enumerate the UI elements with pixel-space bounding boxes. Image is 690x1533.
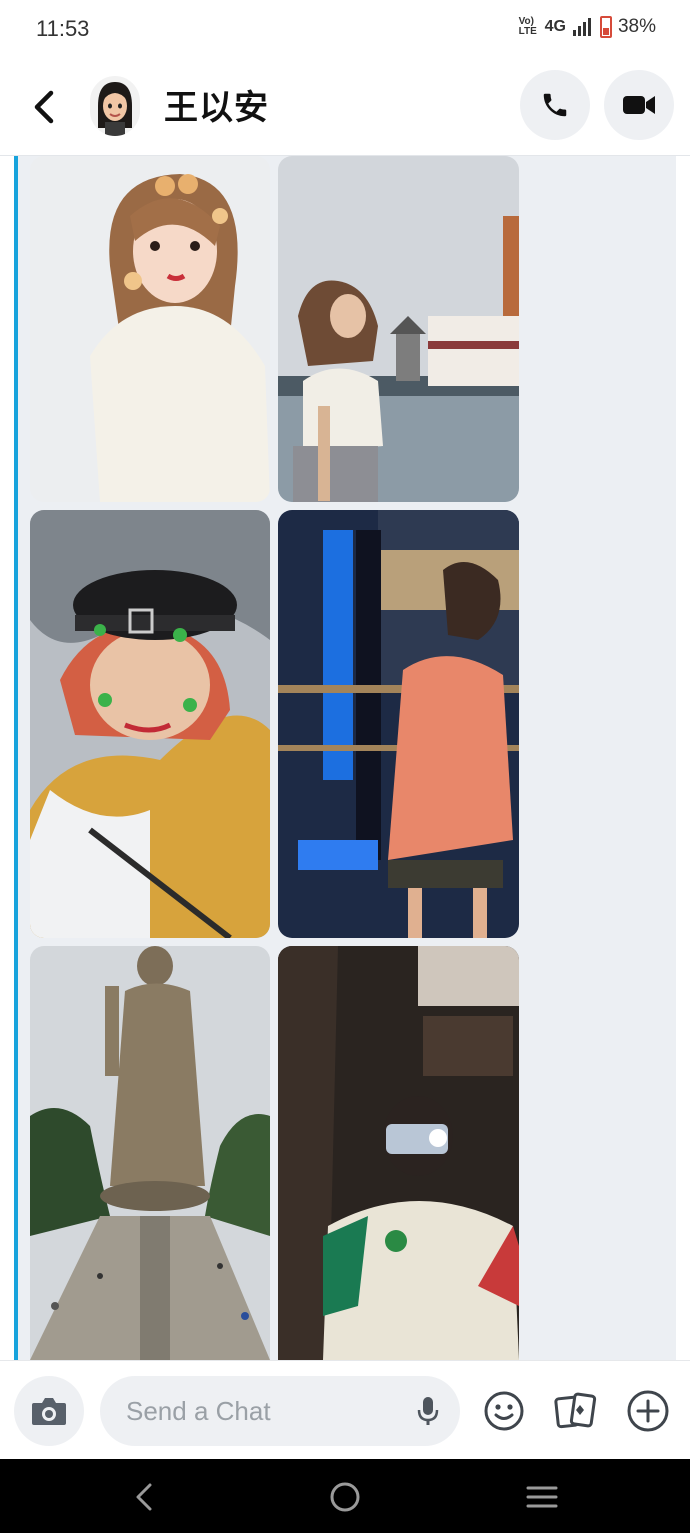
video-call-button[interactable] (604, 70, 674, 140)
contact-name[interactable]: 王以安 (164, 80, 269, 129)
video-camera-icon (623, 96, 655, 114)
status-bar: 11:53 Vo) LTE 4G 38% (0, 0, 690, 58)
back-arrow-icon (34, 90, 54, 124)
smiley-icon (484, 1391, 524, 1431)
nav-back-button[interactable] (124, 1477, 164, 1517)
emoji-button[interactable] (480, 1387, 528, 1435)
nav-menu-button[interactable] (522, 1477, 562, 1517)
plus-button[interactable] (624, 1387, 672, 1435)
nav-menu-icon (526, 1486, 558, 1508)
nav-home-button[interactable] (325, 1477, 365, 1517)
call-button[interactable] (520, 70, 590, 140)
photo-girl-mirror-selfie[interactable] (278, 946, 519, 1360)
cards-icon (554, 1392, 597, 1429)
chat-area[interactable] (0, 156, 690, 1360)
chat-input[interactable] (126, 1376, 406, 1446)
battery-icon (599, 16, 612, 38)
nav-back-icon (136, 1483, 152, 1511)
back-button[interactable] (22, 80, 66, 134)
photo-girl-temple[interactable] (278, 156, 519, 502)
chat-input-pill[interactable] (100, 1376, 460, 1446)
cards-button[interactable] (552, 1387, 600, 1435)
photo-girl-beret[interactable] (30, 510, 270, 938)
photo-girl-cat-filter[interactable] (30, 156, 270, 502)
bitmoji-avatar-icon[interactable] (90, 76, 140, 136)
status-indicators: Vo) LTE 4G 38% (519, 16, 656, 38)
battery-percent: 38% (617, 16, 656, 37)
status-time: 11:53 (36, 16, 90, 41)
microphone-icon[interactable] (412, 1395, 444, 1427)
plus-circle-icon (627, 1390, 669, 1432)
system-nav-bar (0, 1459, 690, 1533)
nav-home-icon (330, 1482, 360, 1512)
camera-button[interactable] (14, 1376, 84, 1446)
chat-header: 王以安 (0, 58, 690, 156)
sender-accent-line (14, 156, 18, 1360)
photo-girl-city-lights[interactable] (278, 510, 519, 938)
signal-icon (572, 18, 591, 36)
volte-indicator: Vo) LTE (518, 16, 537, 37)
chat-screen: 11:53 Vo) LTE 4G 38% 王以安 Send a Chat (0, 0, 690, 1533)
composer-bar (0, 1360, 690, 1459)
phone-icon (543, 93, 567, 117)
photo-buddha-statue[interactable] (30, 946, 270, 1360)
camera-icon (32, 1398, 66, 1425)
network-type: 4G (544, 18, 566, 35)
